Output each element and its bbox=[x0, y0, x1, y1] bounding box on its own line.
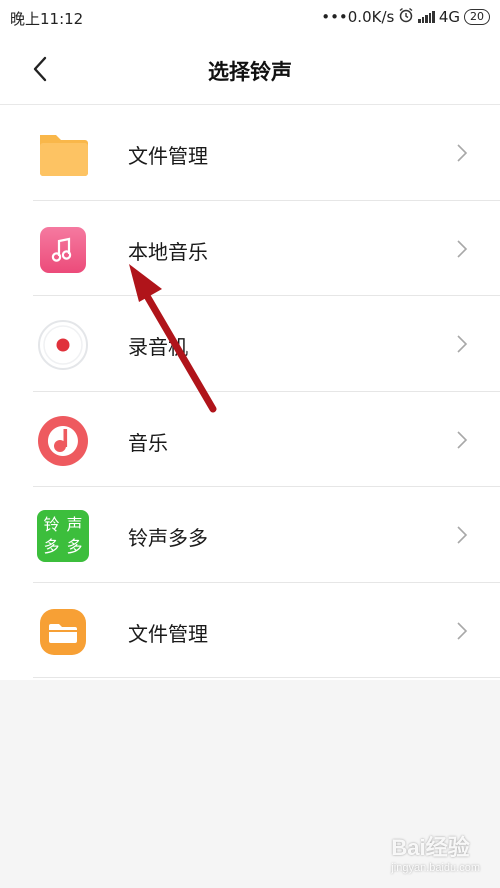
list-item-label: 文件管理 bbox=[128, 144, 208, 168]
chevron-right-icon bbox=[457, 621, 468, 640]
status-bar: 晚上11:12 •••0.0K/s 4G 20 bbox=[0, 0, 500, 34]
row-divider bbox=[33, 677, 500, 678]
watermark-url: jingyan.baidu.com bbox=[391, 862, 480, 874]
list-item-label: 本地音乐 bbox=[128, 239, 208, 264]
page-title: 选择铃声 bbox=[208, 60, 292, 84]
chevron-right-icon bbox=[457, 526, 468, 544]
chevron-right-icon bbox=[457, 144, 468, 162]
network-speed: •••0.0K/s bbox=[321, 8, 395, 26]
ringtone-source-list: 文件管理 本地音乐 录音机 音乐 铃 声 多 多 铃声多多 文件管理 bbox=[0, 105, 500, 678]
title-bar: 选择铃声 bbox=[0, 34, 500, 104]
chevron-right-icon bbox=[457, 430, 468, 449]
list-item-lingshengduoduo[interactable]: 铃 声 多 多 铃声多多 bbox=[0, 487, 500, 583]
list-item-file-manager[interactable]: 文件管理 bbox=[0, 105, 500, 201]
icon-char: 多 bbox=[43, 537, 60, 556]
list-item-label: 铃声多多 bbox=[128, 526, 208, 550]
list-item-label: 音乐 bbox=[128, 430, 168, 455]
icon-char: 声 bbox=[66, 515, 83, 534]
lingshengduoduo-icon: 铃 声 多 多 bbox=[37, 510, 89, 562]
battery-icon: 20 bbox=[464, 9, 490, 25]
list-item-label: 文件管理 bbox=[128, 621, 208, 646]
chevron-right-icon bbox=[457, 239, 468, 258]
music-note-icon bbox=[37, 224, 89, 276]
watermark-brand: Bai经验 bbox=[391, 835, 470, 860]
list-item-local-music[interactable]: 本地音乐 bbox=[0, 201, 500, 296]
status-right: •••0.0K/s 4G 20 bbox=[321, 7, 490, 27]
watermark: Bai经验 jingyan.baidu.com bbox=[391, 830, 480, 874]
signal-icon bbox=[418, 11, 435, 23]
chevron-right-icon bbox=[457, 335, 468, 353]
folder-icon bbox=[37, 128, 89, 180]
network-type: 4G bbox=[438, 8, 460, 26]
icon-char: 铃 bbox=[43, 515, 60, 534]
icon-char: 多 bbox=[66, 537, 83, 556]
music-app-icon bbox=[37, 415, 89, 467]
recorder-icon bbox=[37, 319, 89, 371]
alarm-icon bbox=[398, 7, 414, 27]
list-item-music[interactable]: 音乐 bbox=[0, 392, 500, 487]
battery-level: 20 bbox=[470, 10, 484, 23]
list-item-recorder[interactable]: 录音机 bbox=[0, 296, 500, 392]
file-manager-icon bbox=[37, 606, 89, 658]
list-item-label: 录音机 bbox=[128, 335, 188, 359]
list-item-file-manager-2[interactable]: 文件管理 bbox=[0, 583, 500, 678]
status-time: 晚上11:12 bbox=[10, 10, 84, 28]
